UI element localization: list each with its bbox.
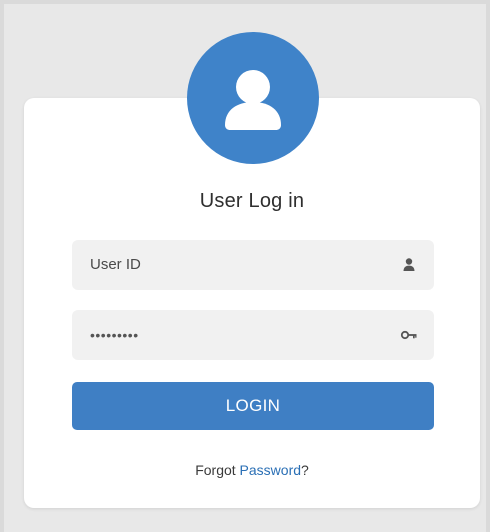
user-silhouette-icon [225,70,281,130]
login-page: User Log in User ID ••••••••• LOGIN Forg… [0,0,490,532]
page-title: User Log in [199,190,305,212]
forgot-prefix: Forgot [195,462,240,478]
forgot-password: Forgot Password? [24,462,480,478]
login-button[interactable]: LOGIN [72,382,434,430]
user-id-field[interactable]: User ID [72,240,434,290]
key-icon [400,326,418,344]
user-id-value: User ID [90,256,141,273]
password-field[interactable]: ••••••••• [72,310,434,360]
password-value: ••••••••• [90,327,139,343]
user-avatar-icon [187,32,319,164]
forgot-password-link[interactable]: Password [240,462,301,478]
forgot-suffix: ? [301,462,309,478]
user-icon [400,256,418,274]
